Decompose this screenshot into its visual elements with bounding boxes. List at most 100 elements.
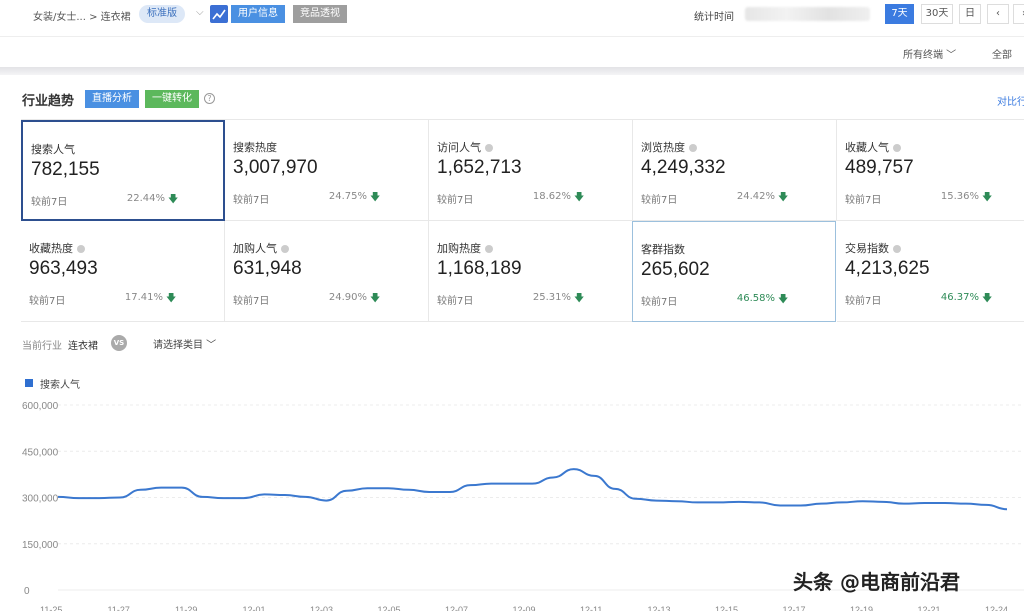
competitor-view-button[interactable]: 竞品透视 (293, 5, 347, 23)
x-tick-label: 12-15 (715, 605, 738, 611)
y-tick-label: 300,000 (22, 494, 59, 505)
info-dot-icon (77, 245, 85, 253)
help-icon[interactable]: ? (204, 93, 215, 104)
metric-compare-label: 较前7日 (31, 197, 68, 208)
metric-label: 交易指数 (845, 240, 901, 256)
y-tick-label: 600,000 (22, 401, 59, 412)
metric-label: 访问人气 (437, 139, 493, 155)
info-dot-icon (893, 245, 901, 253)
metric-card-search-heat[interactable]: 搜索热度 3,007,970 较前7日 24.75% 🡇 (225, 120, 429, 221)
x-tick-label: 12-17 (783, 605, 806, 611)
metric-value: 4,249,332 (641, 157, 726, 178)
info-dot-icon (485, 144, 493, 152)
info-dot-icon (281, 245, 289, 253)
x-tick-label: 12-05 (378, 605, 401, 611)
metric-grid: 搜索人气 782,155 较前7日 22.44% 🡇 搜索热度 3,007,97… (21, 119, 1024, 322)
scope-select[interactable]: 全部 (992, 46, 1012, 61)
x-tick-label: 12-24 (985, 605, 1008, 611)
live-analysis-button[interactable]: 直播分析 (85, 90, 139, 108)
arrow-down-icon: 🡇 (982, 192, 993, 203)
legend-label[interactable]: 搜索人气 (40, 376, 80, 391)
vs-icon: VS (111, 335, 127, 351)
metric-change: 18.62% (532, 191, 571, 202)
metric-card-search-popularity[interactable]: 搜索人气 782,155 较前7日 22.44% 🡇 (21, 120, 225, 221)
metric-value: 631,948 (233, 258, 302, 279)
metric-card-cart-popularity[interactable]: 加购人气 631,948 较前7日 24.90% 🡇 (225, 221, 429, 322)
info-dot-icon (893, 144, 901, 152)
arrow-down-icon: 🡇 (778, 294, 789, 305)
edition-badge[interactable]: 标准版 (139, 5, 185, 23)
metric-label: 客群指数 (641, 243, 685, 256)
top-bar: 女装/女士... > 连衣裙 标准版 ⌵ 用户信息 竞品透视 统计时间 7天 3… (0, 0, 1024, 30)
metric-value: 782,155 (31, 159, 100, 180)
metric-label: 搜索人气 (31, 143, 75, 156)
metric-compare-label: 较前7日 (845, 296, 882, 307)
range-day-button[interactable]: 日 (959, 4, 981, 24)
series-line[interactable] (57, 468, 1008, 511)
metric-label: 搜索热度 (233, 141, 277, 154)
arrow-down-icon: 🡇 (982, 293, 993, 304)
metric-compare-label: 较前7日 (437, 296, 474, 307)
x-tick-label: 12-09 (513, 605, 536, 611)
x-tick-label: 12-03 (310, 605, 333, 611)
metric-card-trade-index[interactable]: 交易指数 4,213,625 较前7日 46.37% 🡇 (837, 221, 1024, 322)
metric-card-visit-popularity[interactable]: 访问人气 1,652,713 较前7日 18.62% 🡇 (429, 120, 633, 221)
date-range-redacted (745, 7, 870, 21)
range-7d-button[interactable]: 7天 (885, 4, 914, 24)
metric-card-customer-index[interactable]: 客群指数 265,602 较前7日 46.58% 🡇 (632, 221, 836, 322)
breadcrumb[interactable]: 女装/女士... > 连衣裙 (33, 8, 131, 23)
divider (0, 36, 1024, 37)
chart-icon[interactable] (210, 5, 228, 23)
arrow-down-icon: 🡇 (166, 293, 177, 304)
range-30d-button[interactable]: 30天 (921, 4, 953, 24)
metric-card-browse-heat[interactable]: 浏览热度 4,249,332 较前7日 24.42% 🡇 (633, 120, 837, 221)
x-tick-label: 12-21 (918, 605, 941, 611)
stat-time-label: 统计时间 (694, 12, 734, 23)
metric-value: 963,493 (29, 258, 98, 279)
metric-compare-label: 较前7日 (845, 195, 882, 206)
metric-value: 265,602 (641, 259, 710, 280)
metric-change: 25.31% (532, 292, 571, 303)
metric-change: 24.75% (328, 191, 367, 202)
y-tick-label: 150,000 (22, 540, 59, 551)
compare-link[interactable]: 对比行 (997, 93, 1024, 108)
metric-change: 22.44% (126, 193, 165, 204)
next-period-icon[interactable]: › (1013, 4, 1024, 24)
metric-value: 1,168,189 (437, 258, 522, 279)
metric-change: 15.36% (940, 191, 979, 202)
metric-value: 489,757 (845, 157, 914, 178)
metric-label: 收藏热度 (29, 240, 85, 256)
prev-period-icon[interactable]: ‹ (987, 4, 1009, 24)
metric-compare-label: 较前7日 (233, 296, 270, 307)
metric-label: 浏览热度 (641, 139, 697, 155)
x-tick-label: 11-29 (175, 605, 197, 611)
info-dot-icon (689, 144, 697, 152)
metric-compare-label: 较前7日 (641, 195, 678, 206)
terminal-select[interactable]: 所有终端 ﹀ (903, 46, 956, 61)
x-tick-label: 12-13 (648, 605, 671, 611)
metric-compare-label: 较前7日 (437, 195, 474, 206)
arrow-down-icon: 🡇 (370, 192, 381, 203)
metric-label: 加购人气 (233, 240, 289, 256)
metric-value: 3,007,970 (233, 157, 318, 178)
metric-card-favorite-popularity[interactable]: 收藏人气 489,757 较前7日 15.36% 🡇 (837, 120, 1024, 221)
arrow-down-icon: 🡇 (778, 192, 789, 203)
metric-change: 17.41% (124, 292, 163, 303)
x-tick-label: 12-07 (445, 605, 468, 611)
x-tick-label: 12-19 (850, 605, 873, 611)
metric-value: 1,652,713 (437, 157, 522, 178)
category-select[interactable]: 请选择类目 ﹀ (153, 336, 216, 351)
section-separator (0, 67, 1024, 75)
metric-card-favorite-heat[interactable]: 收藏热度 963,493 较前7日 17.41% 🡇 (21, 221, 225, 322)
one-click-convert-button[interactable]: 一键转化 (145, 90, 199, 108)
metric-card-cart-heat[interactable]: 加购热度 1,168,189 较前7日 25.31% 🡇 (429, 221, 633, 322)
x-tick-label: 12-01 (243, 605, 266, 611)
legend-swatch (25, 379, 33, 387)
arrow-down-icon: 🡇 (574, 192, 585, 203)
user-info-button[interactable]: 用户信息 (231, 5, 285, 23)
metric-label: 收藏人气 (845, 139, 901, 155)
x-tick-label: 11-27 (108, 605, 130, 611)
chevron-down-icon[interactable]: ⌵ (196, 7, 204, 18)
metric-compare-label: 较前7日 (29, 296, 66, 307)
current-industry-label: 当前行业 (22, 341, 62, 352)
